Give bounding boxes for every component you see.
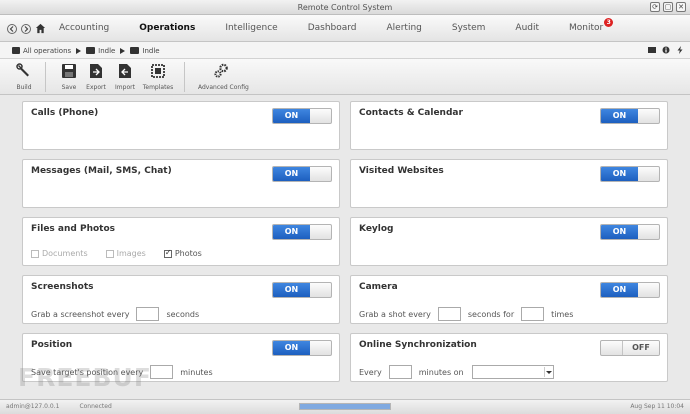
screenshots-settings: Grab a screenshot every seconds bbox=[31, 307, 199, 321]
folder-icon bbox=[130, 47, 140, 54]
maximize-icon[interactable]: ▢ bbox=[663, 2, 673, 12]
camera-interval-input[interactable] bbox=[437, 307, 461, 321]
advanced-config-button[interactable]: Advanced Config bbox=[198, 63, 249, 91]
status-left: admin@127.0.0.1 Connected bbox=[6, 403, 112, 410]
folder-icon bbox=[86, 47, 96, 54]
toolbar-separator bbox=[45, 62, 46, 92]
messages-toggle[interactable]: ON bbox=[272, 166, 332, 182]
sync-settings: Every minutes on bbox=[359, 365, 554, 379]
module-calls: Calls (Phone) ON bbox=[22, 101, 340, 150]
breadcrumb-item-target[interactable]: Indle bbox=[86, 47, 115, 55]
window-title: Remote Control System bbox=[297, 3, 393, 12]
keylog-toggle[interactable]: ON bbox=[600, 224, 660, 240]
lightning-icon[interactable] bbox=[676, 46, 684, 54]
tab-dashboard[interactable]: Dashboard bbox=[293, 15, 372, 42]
chevron-down-icon bbox=[543, 367, 552, 377]
tab-intelligence[interactable]: Intelligence bbox=[210, 15, 292, 42]
module-messages: Messages (Mail, SMS, Chat) ON bbox=[22, 159, 340, 208]
breadcrumb: All operations Indle Indle bbox=[12, 42, 160, 59]
calls-toggle[interactable]: ON bbox=[272, 108, 332, 124]
breadcrumb-arrow-icon bbox=[120, 47, 126, 54]
templates-button[interactable]: Templates bbox=[141, 63, 175, 91]
camera-times-input[interactable] bbox=[521, 307, 545, 321]
breadcrumb-arrow-icon bbox=[76, 47, 82, 54]
files-options: Documents Images Photos bbox=[31, 248, 220, 258]
tab-monitor[interactable]: Monitor 3 bbox=[554, 15, 618, 42]
export-icon bbox=[90, 64, 102, 78]
screenshot-interval-input[interactable] bbox=[136, 307, 160, 321]
status-progress-fill bbox=[300, 404, 390, 409]
tab-alerting[interactable]: Alerting bbox=[372, 15, 437, 42]
toolbar-separator bbox=[184, 62, 185, 92]
camera-toggle[interactable]: ON bbox=[600, 282, 660, 298]
images-checkbox[interactable]: Images bbox=[105, 249, 146, 258]
status-connection: Connected bbox=[79, 403, 112, 410]
screenshots-toggle[interactable]: ON bbox=[272, 282, 332, 298]
save-icon bbox=[62, 64, 76, 78]
module-screenshots: Screenshots ON Grab a screenshot every s… bbox=[22, 275, 340, 324]
import-button[interactable]: Import bbox=[108, 63, 142, 91]
module-camera: Camera ON Grab a shot every seconds for … bbox=[350, 275, 668, 324]
refresh-icon[interactable]: ⟳ bbox=[650, 2, 660, 12]
window-controls: ⟳ ▢ ✕ bbox=[650, 2, 686, 12]
forward-icon[interactable] bbox=[21, 23, 31, 34]
tab-bar: Accounting Operations Intelligence Dashb… bbox=[44, 15, 618, 42]
camera-settings: Grab a shot every seconds for times bbox=[359, 307, 573, 321]
main-navigation: Accounting Operations Intelligence Dashb… bbox=[0, 15, 690, 42]
status-bar: admin@127.0.0.1 Connected Aug Sep 11 10:… bbox=[0, 399, 690, 414]
nav-buttons bbox=[7, 23, 46, 34]
documents-checkbox[interactable]: Documents bbox=[31, 249, 88, 258]
templates-icon bbox=[151, 64, 165, 78]
position-interval-input[interactable] bbox=[150, 365, 174, 379]
tab-audit[interactable]: Audit bbox=[500, 15, 554, 42]
wrench-icon bbox=[16, 63, 29, 77]
breadcrumb-actions bbox=[648, 46, 684, 54]
module-contacts: Contacts & Calendar ON bbox=[350, 101, 668, 150]
status-time: Aug Sep 11 10:04 bbox=[630, 403, 684, 410]
freebuf-watermark: FREEBUF bbox=[18, 363, 152, 392]
operations-icon bbox=[12, 47, 20, 54]
toolbar: Build Save Export Import Templates Advan… bbox=[0, 59, 690, 95]
import-icon bbox=[119, 64, 131, 78]
websites-toggle[interactable]: ON bbox=[600, 166, 660, 182]
gears-icon bbox=[214, 63, 228, 78]
back-icon[interactable] bbox=[7, 23, 17, 34]
tab-system[interactable]: System bbox=[437, 15, 501, 42]
breadcrumb-item-factory[interactable]: Indle bbox=[130, 47, 160, 55]
position-toggle[interactable]: ON bbox=[272, 340, 332, 356]
sync-toggle[interactable]: OFF bbox=[600, 340, 660, 356]
sync-network-select[interactable] bbox=[471, 365, 554, 379]
module-keylog: Keylog ON bbox=[350, 217, 668, 266]
close-icon[interactable]: ✕ bbox=[676, 2, 686, 12]
module-files: Files and Photos ON Documents Images Pho… bbox=[22, 217, 340, 266]
breadcrumb-item-operations[interactable]: All operations bbox=[12, 47, 71, 55]
photos-checkbox[interactable]: Photos bbox=[163, 248, 202, 258]
sync-interval-input[interactable] bbox=[388, 365, 412, 379]
breadcrumb-bar: All operations Indle Indle bbox=[0, 42, 690, 59]
contacts-toggle[interactable]: ON bbox=[600, 108, 660, 124]
tab-operations[interactable]: Operations bbox=[124, 15, 210, 42]
files-toggle[interactable]: ON bbox=[272, 224, 332, 240]
monitor-notification-badge: 3 bbox=[604, 18, 614, 27]
folder-icon[interactable] bbox=[648, 46, 656, 54]
status-user: admin@127.0.0.1 bbox=[6, 403, 60, 410]
modules-area: Calls (Phone) ON Contacts & Calendar ON … bbox=[0, 95, 690, 399]
info-icon[interactable] bbox=[662, 46, 670, 54]
build-button[interactable]: Build bbox=[7, 63, 41, 91]
tab-accounting[interactable]: Accounting bbox=[44, 15, 124, 42]
status-progress-bar bbox=[299, 403, 391, 410]
module-websites: Visited Websites ON bbox=[350, 159, 668, 208]
window-titlebar: Remote Control System ⟳ ▢ ✕ bbox=[0, 0, 690, 15]
module-sync: Online Synchronization OFF Every minutes… bbox=[350, 333, 668, 382]
